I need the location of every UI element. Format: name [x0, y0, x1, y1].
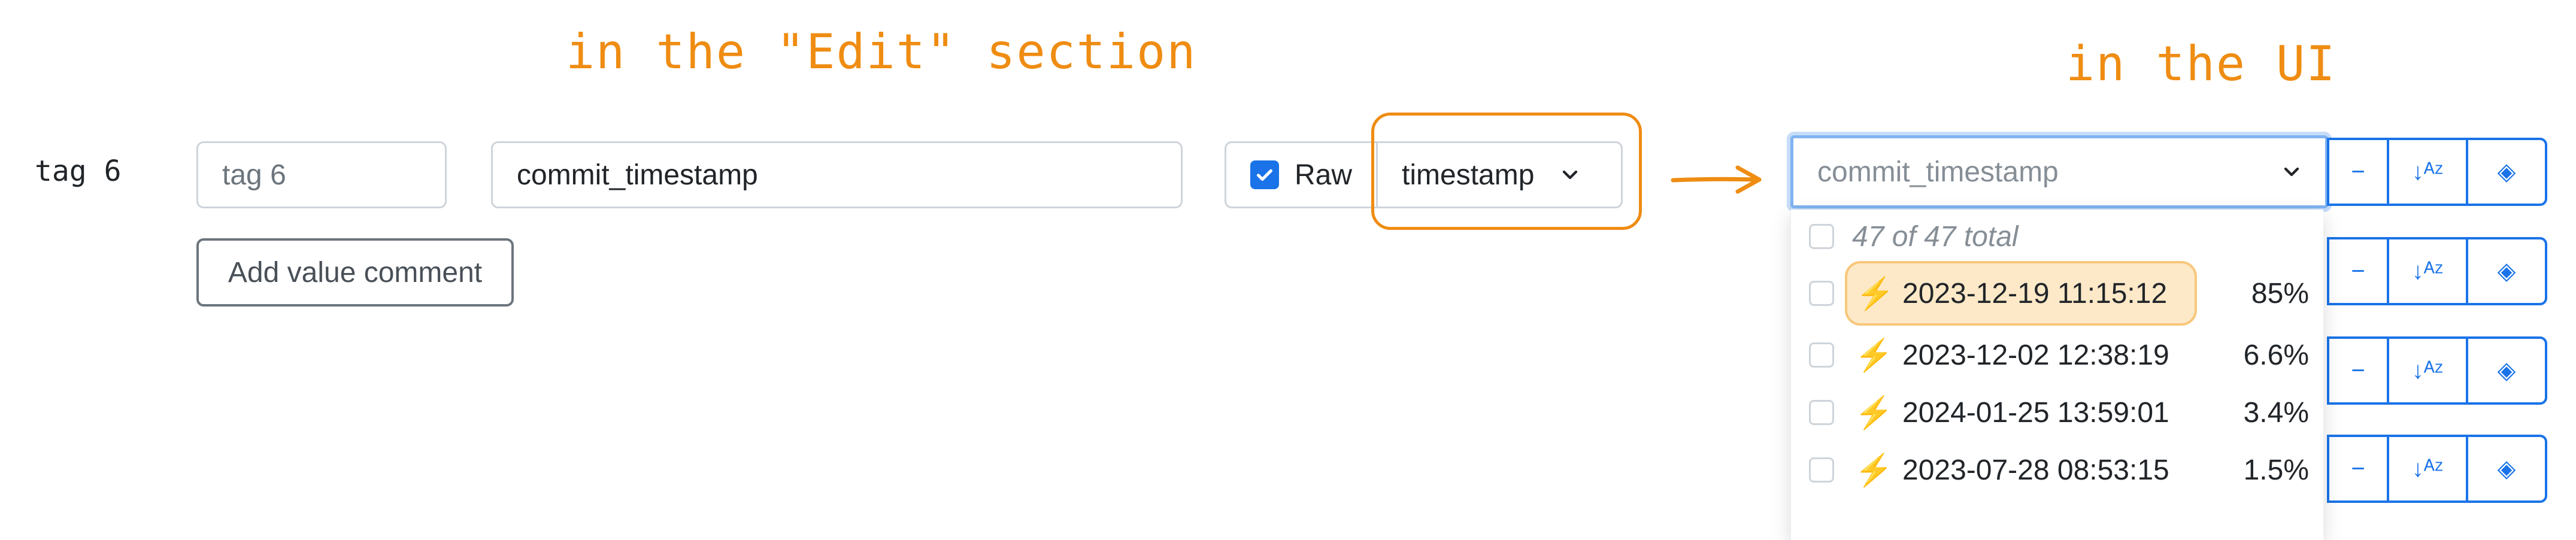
option-percent: 85% [2251, 277, 2309, 310]
layers-icon[interactable]: ◈ [2466, 435, 2547, 503]
raw-checkbox[interactable] [1250, 160, 1279, 189]
row-actions-2: − ↓ᴬᶻ ◈ [2327, 237, 2547, 305]
lightning-icon: ⚡ [1854, 453, 1893, 488]
option-value: 2023-12-19 11:15:12 [1902, 277, 2168, 310]
add-value-comment-button[interactable]: Add value comment [196, 238, 514, 307]
arrow-annotation [1671, 165, 1762, 194]
check-icon [1256, 169, 1273, 181]
annotation-edit-section: in the "Edit" section [566, 24, 1197, 80]
remove-button[interactable]: − [2327, 336, 2389, 405]
field-name-input[interactable]: commit_timestamp [491, 141, 1183, 208]
chevron-down-icon [2284, 167, 2299, 177]
option-checkbox[interactable] [1809, 342, 1834, 368]
row-actions-4: − ↓ᴬᶻ ◈ [2327, 435, 2547, 503]
field-name-input-value: commit_timestamp [517, 159, 758, 191]
sort-az-icon[interactable]: ↓ᴬᶻ [2387, 138, 2468, 206]
sort-az-icon[interactable]: ↓ᴬᶻ [2387, 435, 2468, 503]
list-item[interactable]: ⚡ 2023-07-28 08:53:15 1.5% [1791, 444, 2323, 496]
raw-label: Raw [1295, 159, 1353, 191]
layers-icon[interactable]: ◈ [2466, 237, 2547, 305]
option-percent: 6.6% [2243, 339, 2309, 371]
option-checkbox[interactable] [1809, 400, 1834, 425]
type-select-highlight [1371, 113, 1642, 230]
lightning-icon: ⚡ [1856, 276, 1895, 311]
annotation-ui: in the UI [2066, 36, 2336, 92]
value-filter-placeholder: commit_timestamp [1817, 156, 2059, 188]
row-actions-1: − ↓ᴬᶻ ◈ [2327, 138, 2547, 206]
tag-name-input-value: tag 6 [222, 159, 286, 191]
sort-az-icon[interactable]: ↓ᴬᶻ [2387, 237, 2468, 305]
remove-button[interactable]: − [2327, 138, 2389, 206]
lightning-icon: ⚡ [1854, 338, 1893, 373]
layers-icon[interactable]: ◈ [2466, 138, 2547, 206]
option-checkbox[interactable] [1809, 457, 1834, 483]
option-checkbox[interactable] [1809, 281, 1834, 306]
total-row[interactable]: 47 of 47 total [1791, 216, 2323, 257]
option-percent: 1.5% [2243, 454, 2309, 486]
total-text: 47 of 47 total [1852, 220, 2019, 253]
remove-button[interactable]: − [2327, 237, 2389, 305]
tag-name-input[interactable]: tag 6 [196, 141, 447, 208]
layers-icon[interactable]: ◈ [2466, 336, 2547, 405]
row-actions-3: − ↓ᴬᶻ ◈ [2327, 336, 2547, 405]
option-value: 2023-07-28 08:53:15 [1902, 454, 2169, 486]
option-value: 2023-12-02 12:38:19 [1902, 339, 2169, 371]
value-filter-combobox[interactable]: commit_timestamp [1790, 135, 2328, 208]
option-value: 2024-01-25 13:59:01 [1902, 396, 2169, 429]
highlighted-option: ⚡ 2023-12-19 11:15:12 [1845, 261, 2198, 326]
select-all-checkbox[interactable] [1809, 224, 1834, 249]
raw-toggle[interactable]: Raw [1226, 143, 1352, 207]
sort-az-icon[interactable]: ↓ᴬᶻ [2387, 336, 2468, 405]
lightning-icon: ⚡ [1854, 395, 1893, 430]
list-item[interactable]: ⚡ 2023-12-19 11:15:12 85% [1791, 261, 2323, 326]
value-dropdown: 47 of 47 total ⚡ 2023-12-19 11:15:12 85%… [1790, 210, 2323, 540]
tag-label: tag 6 [35, 154, 122, 188]
list-item[interactable]: ⚡ 2024-01-25 13:59:01 3.4% [1791, 387, 2323, 438]
option-percent: 3.4% [2243, 396, 2309, 429]
remove-button[interactable]: − [2327, 435, 2389, 503]
list-item[interactable]: ⚡ 2023-12-02 12:38:19 6.6% [1791, 329, 2323, 381]
